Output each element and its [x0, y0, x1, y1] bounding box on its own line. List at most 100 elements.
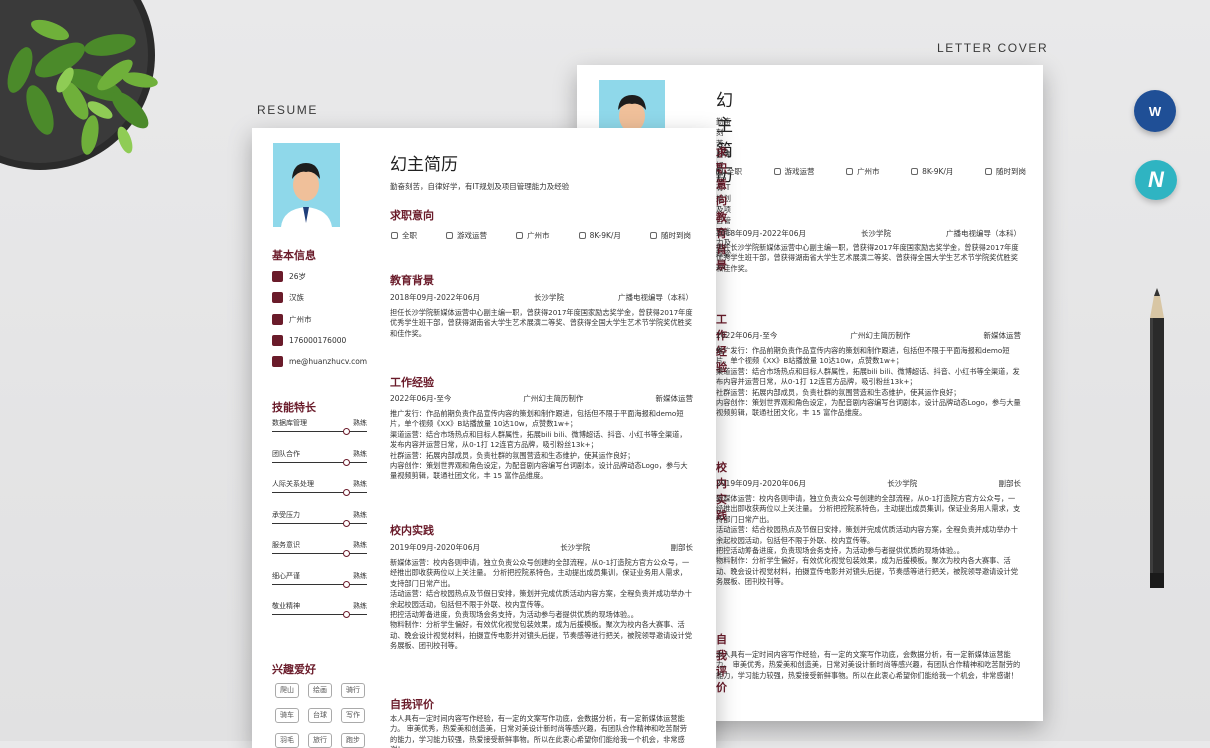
resume-label: RESUME — [257, 103, 318, 117]
skill-level: 熟练 — [353, 449, 367, 458]
skill-item: 人际关系处理 熟练 — [272, 479, 367, 496]
email-icon — [272, 356, 283, 367]
info-ethnicity: 汉族 — [272, 292, 304, 303]
intent-row: 全职 游戏运营 广州市 8K-9K/月 随时到岗 — [716, 166, 1026, 177]
info-text: 广州市 — [289, 315, 312, 324]
location-icon — [272, 314, 283, 325]
self-desc: 本人具有一定时间内容写作经验，有一定的文案写作功底，会数据分析，有一定新媒体运营… — [390, 714, 687, 748]
info-text: 汉族 — [289, 293, 304, 302]
skill-level: 熟练 — [353, 480, 367, 488]
work-line: 推广发行：作品前期负责作品宣传内容的策划和制作跟进，包括但不限于平面海报和dem… — [716, 346, 1010, 366]
skill-level: 熟练 — [353, 541, 367, 549]
app-icon[interactable]: N — [1135, 160, 1177, 200]
location-icon — [516, 232, 524, 239]
skill-bar — [272, 583, 367, 585]
skill-level-marker — [343, 550, 351, 557]
section-title-basic: 基本信息 — [272, 249, 316, 262]
campus-line: 活动运营：结合校园热点及节假日安排，策划并完成优质活动内容方案，全程负责并成功举… — [390, 589, 692, 609]
skill-bar — [272, 492, 367, 493]
intent-type: 全职 — [402, 231, 417, 240]
job-type-icon — [391, 232, 398, 239]
word-app-icon[interactable]: W — [1134, 90, 1176, 132]
skill-bar — [272, 431, 367, 432]
edu-desc: 担任长沙学院新媒体运营中心副主编一职，曾获得2017年度国家励志奖学金，曾获得2… — [390, 308, 693, 338]
intent-availability: 随时到岗 — [660, 231, 691, 240]
skill-level: 熟练 — [353, 571, 367, 580]
age-icon — [272, 271, 283, 282]
campus-date: 2019年09月-2020年06月 — [716, 479, 806, 488]
work-line: 渠道运营：结合市场热点和目标人群属性，拓展bili bili、微博超话、抖音、小… — [390, 429, 687, 450]
campus-school: 长沙学院 — [560, 543, 591, 552]
work-line: 渠道运营：结合市场热点和目标人群属性，拓展bili bili、微博超话、抖音、小… — [716, 366, 1020, 387]
work-desc: 推广发行：作品前期负责作品宣传内容的策划和制作跟进，包括但不限于平面海报和dem… — [716, 346, 1021, 419]
hobby-tag: 写作 — [341, 708, 365, 723]
work-role: 新媒体运营 — [983, 331, 1022, 340]
campus-desc: 新媒体运营：校内各则申请，独立负责公众号创建的全部流程，从0-1打造院方官方公众… — [390, 558, 693, 652]
info-text: 176000176000 — [289, 336, 347, 345]
skill-level-marker — [343, 611, 351, 618]
edu-school: 长沙学院 — [860, 229, 891, 238]
section-title-education: 教育背景 — [390, 274, 434, 287]
education-row: 2018年09月-2022年06月 长沙学院 广播电视编导（本科） — [390, 292, 693, 303]
plant-decoration — [0, 0, 158, 170]
info-text: me@huanzhucv.com — [289, 357, 368, 366]
clock-icon — [649, 232, 657, 239]
intent-availability: 随时到岗 — [995, 167, 1026, 176]
skill-bar — [272, 522, 367, 524]
intent-salary: 8K-9K/月 — [589, 231, 621, 240]
campus-row: 2019年09月-2020年06月 长沙学院 副部长 — [390, 542, 693, 553]
section-title-work: 工作经验 — [390, 376, 434, 389]
clock-icon — [984, 168, 992, 175]
info-age: 26岁 — [272, 271, 306, 282]
skill-level: 熟练 — [353, 510, 367, 519]
user-icon — [773, 168, 781, 175]
campus-role: 副部长 — [670, 543, 694, 552]
campus-desc: 新媒体运营：校内各则申请，独立负责公众号创建的全部流程，从0-1打造院方官方公众… — [716, 494, 1021, 588]
work-line: 推广发行：作品前期负责作品宣传内容的策划和制作跟进，包括但不限于平面海报和dem… — [390, 409, 684, 429]
intent-salary: 8K-9K/月 — [922, 167, 954, 176]
info-city: 广州市 — [272, 314, 312, 325]
section-title-intent: 求职意向 — [390, 209, 434, 222]
work-date: 2022年06月-至今 — [716, 331, 778, 340]
skill-level-marker — [343, 489, 351, 496]
campus-row: 2019年09月-2020年06月 长沙学院 副部长 — [716, 478, 1021, 489]
skill-name: 服务意识 — [272, 541, 300, 549]
edu-major: 广播电视编导（本科） — [946, 229, 1021, 238]
intent-position: 游戏运营 — [784, 167, 815, 176]
hobby-tag: 绘画 — [308, 683, 332, 698]
work-role: 新媒体运营 — [655, 394, 694, 403]
intent-position: 游戏运营 — [457, 231, 488, 240]
job-type-icon — [716, 168, 723, 175]
work-row: 2022年06月-至今 广州幻主简历制作 新媒体运营 — [716, 330, 1021, 341]
campus-line: 把控活动筹备进度，负责现场会务支持，为活动参与者提供优质的现场体验。。 — [390, 610, 638, 620]
work-company: 广州幻主简历制作 — [523, 394, 584, 403]
campus-school: 长沙学院 — [887, 479, 918, 488]
phone-icon — [272, 335, 283, 346]
ethnicity-icon — [272, 292, 283, 303]
skill-name: 团队合作 — [272, 449, 300, 458]
work-line: 内容创作：策划世界观和角色设定，为配音剧内容编写台词剧本，设计品牌动态Logo，… — [390, 461, 688, 481]
info-text: 26岁 — [289, 272, 307, 281]
edu-school: 长沙学院 — [533, 293, 564, 302]
hobby-tag: 台球 — [308, 708, 332, 723]
campus-line: 物料制作：分析学生偏好，有效优化视觉包装效果，成为后援模板。聚次为校内各大赛事、… — [716, 556, 1018, 587]
work-line: 社群运营：拓展内部成员，负责社群的氛围营造和生态维护，使其运作良好； — [390, 450, 635, 460]
skill-item: 团队合作 熟练 — [272, 449, 367, 466]
skill-name: 数据库管理 — [272, 419, 307, 427]
work-desc: 推广发行：作品前期负责作品宣传内容的策划和制作跟进，包括但不限于平面海报和dem… — [390, 409, 693, 482]
work-line: 社群运营：拓展内部成员，负责社群的氛围营造和生态维护，使其运作良好； — [716, 387, 961, 397]
skill-item: 服务意识 熟练 — [272, 540, 367, 557]
pencil-decoration — [1150, 288, 1164, 588]
work-date: 2022年06月-至今 — [390, 394, 452, 403]
skill-level-marker — [343, 519, 351, 527]
skill-item: 承受压力 熟练 — [272, 510, 367, 527]
campus-date: 2019年09月-2020年06月 — [390, 543, 480, 552]
skill-name: 细心严谨 — [272, 571, 300, 580]
intent-city: 广州市 — [527, 231, 550, 240]
resume-subtitle: 勤奋刻苦，自律好学，有IT规划及项目管理能力及经验 — [390, 182, 570, 191]
info-email: me@huanzhucv.com — [272, 356, 367, 367]
work-row: 2022年06月-至今 广州幻主简历制作 新媒体运营 — [390, 393, 693, 404]
skill-item: 细心严谨 熟练 — [272, 571, 367, 588]
skill-level-marker — [343, 458, 351, 466]
user-icon — [446, 232, 454, 239]
